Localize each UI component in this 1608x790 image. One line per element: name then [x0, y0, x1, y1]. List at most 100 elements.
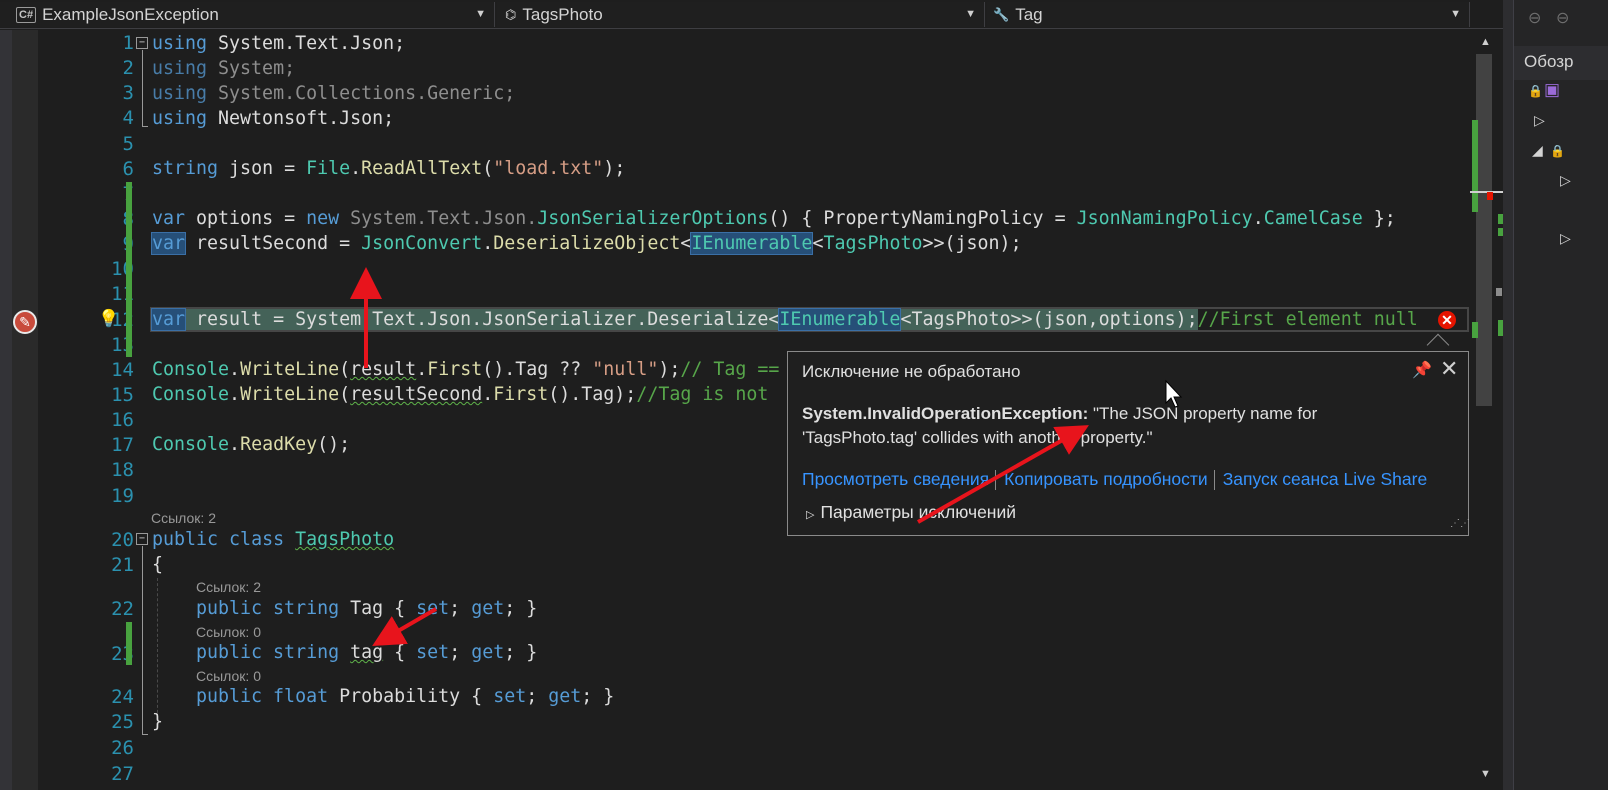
wrench-icon: 🔧 [993, 6, 1010, 22]
fold-guide-line [142, 126, 148, 127]
exception-settings-label: Параметры исключений [820, 502, 1017, 522]
code-line[interactable]: using Newtonsoft.Json; [152, 108, 394, 129]
panel-splitter[interactable] [1503, 0, 1513, 790]
code-line[interactable]: { [152, 554, 163, 575]
line-number: 5 [122, 133, 134, 155]
expand-arrow-icon: ▷ [806, 509, 815, 521]
scrollbar-change-marker [1472, 120, 1478, 212]
close-icon[interactable]: ✕ [1440, 356, 1458, 382]
project-dropdown-label: ExampleJsonException [42, 4, 219, 24]
reference-count[interactable]: Ссылок: 0 [196, 668, 261, 684]
line-number: 3 [122, 82, 134, 104]
line-number: 25 [111, 711, 134, 733]
lightbulb-icon[interactable]: 💡 [98, 309, 119, 329]
live-share-link[interactable]: Запуск сеанса Live Share [1223, 469, 1428, 489]
member-dropdown[interactable]: 🔧 Tag ▼ [987, 2, 1470, 27]
copy-details-link[interactable]: Копировать подробности [1004, 469, 1208, 489]
line-number: 26 [111, 737, 134, 759]
exception-popup: Исключение не обработано 📌 ✕ System.Inva… [787, 351, 1470, 536]
code-line[interactable]: using System.Text.Json; [152, 33, 405, 54]
line-number: 18 [111, 459, 134, 481]
fold-guide-line [142, 546, 143, 734]
collapse-arrow-icon[interactable]: ◢ [1532, 142, 1543, 159]
code-line[interactable]: public string tag { set; get; } [196, 642, 537, 663]
fold-guide-line [142, 734, 148, 735]
code-line[interactable]: public class TagsPhoto [152, 529, 394, 550]
expand-arrow-icon[interactable]: ▷ [1560, 230, 1571, 247]
scrollbar-error-marker [1487, 192, 1493, 200]
code-line-current[interactable]: var result = System.Text.Json.JsonSerial… [150, 308, 1418, 331]
expand-arrow-icon[interactable]: ▷ [1560, 172, 1571, 189]
exception-breakpoint-icon[interactable]: ✎ [13, 310, 37, 334]
resize-grip-icon[interactable]: ⋰⋰ [1450, 518, 1470, 529]
left-margin [0, 30, 12, 790]
change-indicator-bar [126, 622, 132, 665]
indicator-margin[interactable] [12, 30, 38, 790]
line-number: 22 [111, 598, 134, 620]
solution-explorer-header[interactable]: Обозр [1514, 46, 1608, 80]
indent-guide [157, 578, 158, 718]
collapse-icon[interactable]: − [136, 533, 148, 545]
lock-icon: 🔒 [1550, 144, 1565, 158]
code-line[interactable]: public string Tag { set; get; } [196, 598, 537, 619]
scrollbar-marker [1496, 288, 1502, 296]
line-number: 15 [111, 384, 134, 406]
forward-icon[interactable]: ⊖ [1556, 8, 1569, 28]
line-number: 24 [111, 686, 134, 708]
code-line[interactable]: } [152, 711, 163, 732]
solution-explorer-panel: ⊖ ⊖ Обозр 🔒 ▣ ▷ ◢ 🔒 ▷ ▷ [1513, 0, 1608, 790]
line-number: 17 [111, 434, 134, 456]
code-line[interactable]: Console.ReadKey(); [152, 434, 350, 455]
project-dropdown[interactable]: C# ExampleJsonException ▼ [0, 2, 495, 27]
scroll-down-icon[interactable]: ▼ [1480, 768, 1491, 780]
scrollbar-thumb[interactable] [1476, 54, 1492, 406]
reference-count[interactable]: Ссылок: 0 [196, 624, 261, 640]
change-indicator-bar [126, 182, 132, 357]
line-number: 14 [111, 359, 134, 381]
collapse-icon[interactable]: − [136, 37, 148, 49]
solution-icon: ▣ [1544, 80, 1561, 99]
expand-arrow-icon[interactable]: ▷ [1534, 112, 1545, 129]
line-number: 1 [122, 32, 134, 54]
back-icon[interactable]: ⊖ [1528, 8, 1541, 28]
line-number: 2 [122, 57, 134, 79]
line-number: 16 [111, 409, 134, 431]
member-dropdown-label: Tag [1015, 4, 1043, 24]
exception-settings-toggle[interactable]: ▷ Параметры исключений [806, 502, 1016, 523]
reference-count[interactable]: Ссылок: 2 [196, 579, 261, 595]
exception-title: Исключение не обработано [802, 362, 1021, 381]
scroll-up-icon[interactable]: ▲ [1480, 36, 1491, 48]
view-details-link[interactable]: Просмотреть сведения [802, 469, 989, 489]
line-number: 6 [122, 158, 134, 180]
class-dropdown[interactable]: ⌬ TagsPhoto ▼ [497, 2, 985, 27]
link-separator [1213, 470, 1215, 491]
line-number: 19 [111, 485, 134, 507]
exception-type: System.InvalidOperationException: [802, 404, 1089, 423]
vertical-scrollbar[interactable]: ▲ ▼ [1470, 30, 1504, 790]
exception-links: Просмотреть сведения Копировать подробнос… [802, 469, 1428, 491]
class-dropdown-label: TagsPhoto [522, 4, 603, 24]
csharp-file-icon: C# [16, 6, 37, 23]
code-line[interactable]: var resultSecond = JsonConvert.Deseriali… [150, 232, 1022, 255]
navigation-bar: C# ExampleJsonException ▼ ⌬ TagsPhoto ▼ … [0, 0, 1510, 29]
class-icon: ⌬ [505, 6, 517, 22]
code-line[interactable]: public float Probability { set; get; } [196, 686, 614, 707]
line-number: 21 [111, 554, 134, 576]
pin-icon[interactable]: 📌 [1412, 360, 1432, 380]
code-line[interactable]: using System; [152, 58, 295, 79]
code-line[interactable]: var options = new System.Text.Json.JsonS… [152, 208, 1396, 229]
chevron-down-icon: ▼ [965, 8, 976, 20]
code-line[interactable]: string json = File.ReadAllText("load.txt… [152, 158, 625, 179]
chevron-down-icon: ▼ [1450, 8, 1461, 20]
code-line[interactable]: Console.WriteLine(resultSecond.First().T… [152, 384, 768, 405]
fold-guide-line [142, 50, 143, 126]
lock-icon: 🔒 [1528, 84, 1543, 98]
chevron-down-icon: ▼ [475, 8, 486, 20]
code-line[interactable]: using System.Collections.Generic; [152, 83, 515, 104]
line-number: 4 [122, 107, 134, 129]
error-icon[interactable]: ✕ [1438, 311, 1456, 329]
exception-message: System.InvalidOperationException: "The J… [802, 402, 1362, 450]
code-line[interactable]: Console.WriteLine(result.First().Tag ?? … [152, 359, 779, 380]
scrollbar-change-marker [1472, 322, 1478, 338]
reference-count[interactable]: Ссылок: 2 [151, 510, 216, 526]
